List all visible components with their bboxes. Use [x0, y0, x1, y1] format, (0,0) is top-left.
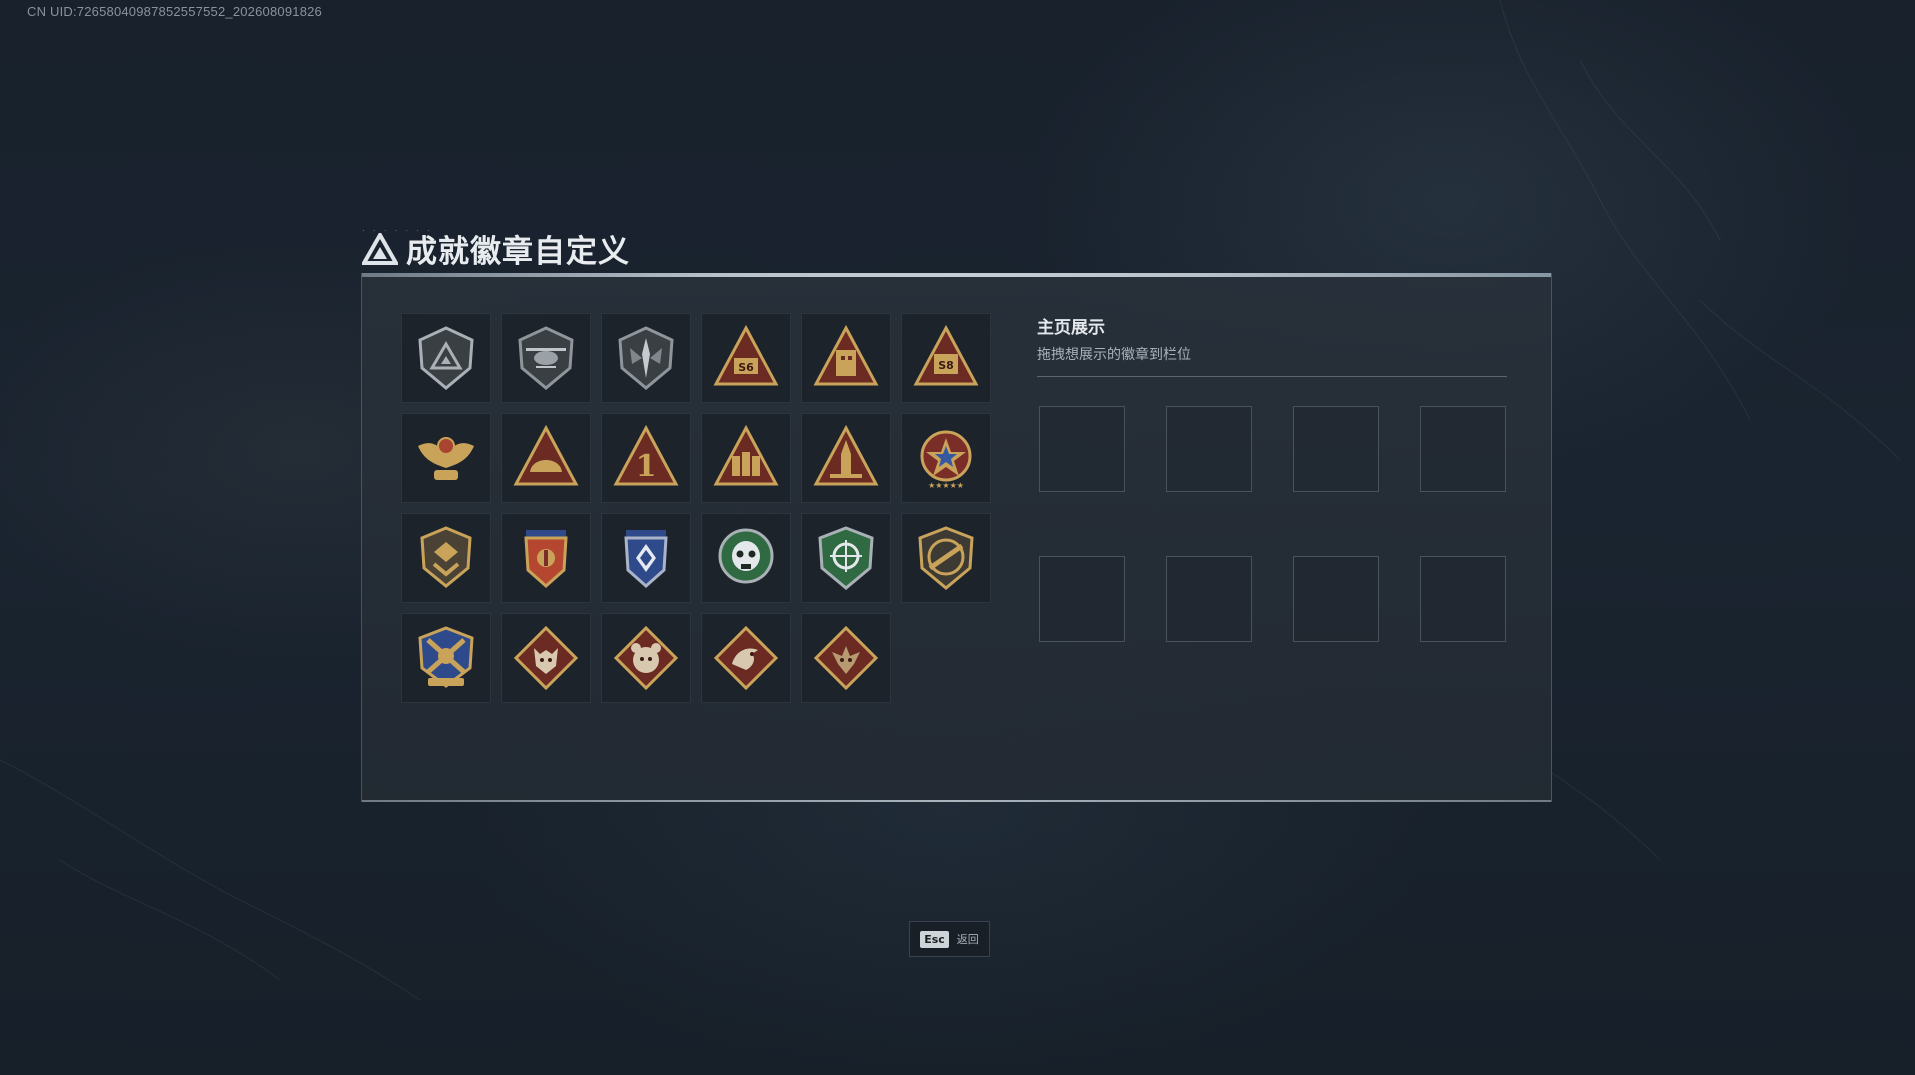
achievement-badge-screen: CN UID:72658040987852557552_202608091826…	[0, 0, 1915, 1075]
triangle-number-one-icon: 1	[613, 424, 679, 486]
badge-slot[interactable]	[401, 313, 491, 403]
page-header: 成就徽章自定义	[362, 226, 630, 271]
triangle-s6-icon: S6	[713, 324, 779, 386]
eagle-crest-icon	[418, 437, 474, 480]
shield-triangle-icon	[418, 326, 474, 390]
svg-text:1: 1	[636, 449, 657, 484]
badge-slot[interactable]: S8	[901, 313, 991, 403]
esc-key-hint: Esc	[920, 930, 949, 948]
badge-slot[interactable]	[401, 413, 491, 503]
badge-slot[interactable]	[501, 613, 591, 703]
showcase-divider	[1037, 376, 1507, 377]
page-title: 成就徽章自定义	[406, 234, 630, 270]
svg-text:★★★★★: ★★★★★	[928, 481, 964, 490]
showcase-slot[interactable]	[1420, 406, 1506, 492]
triangle-helmet-icon	[513, 424, 579, 486]
badge-slot[interactable]	[501, 513, 591, 603]
badge-slot[interactable]	[701, 513, 791, 603]
back-button[interactable]: Esc 返回	[909, 921, 990, 957]
triangle-soldiers-icon	[713, 424, 779, 486]
showcase-slot[interactable]	[1039, 406, 1125, 492]
wolf-diamond-icon	[513, 625, 579, 691]
badge-slot[interactable]	[801, 413, 891, 503]
badge-slot[interactable]	[801, 313, 891, 403]
badge-slot[interactable]	[901, 513, 991, 603]
badge-slot[interactable]: 1	[601, 413, 691, 503]
showcase-slot[interactable]	[1039, 556, 1125, 642]
badge-slot[interactable]	[501, 413, 591, 503]
badge-slot[interactable]	[801, 613, 891, 703]
badge-customization-panel: S6 S8 1 ★★★★★ 主页展示 拖拽想展示的徽章到栏位	[361, 273, 1552, 802]
triangle-s8-icon: S8	[913, 324, 979, 386]
helicopter-shield-icon	[518, 326, 574, 390]
bird-diamond-icon	[713, 625, 779, 691]
showcase-slot[interactable]	[1166, 406, 1252, 492]
badge-slot[interactable]	[601, 313, 691, 403]
badge-slot[interactable]	[501, 313, 591, 403]
shield-blue-star-icon	[624, 530, 668, 589]
panel-top-border	[362, 273, 1551, 277]
badge-slot[interactable]	[801, 513, 891, 603]
svg-text:S6: S6	[738, 361, 754, 374]
green-crosshair-shield-icon	[818, 526, 874, 590]
badge-slot[interactable]	[701, 413, 791, 503]
badge-slot[interactable]	[601, 613, 691, 703]
showcase-slot[interactable]	[1166, 556, 1252, 642]
panel-bottom-border	[362, 800, 1551, 802]
showcase-slot[interactable]	[1420, 556, 1506, 642]
badge-slot[interactable]	[701, 613, 791, 703]
showcase-slot[interactable]	[1293, 406, 1379, 492]
badge-slot[interactable]	[601, 513, 691, 603]
shield-chevron-icon	[420, 526, 472, 588]
showcase-title: 主页展示	[1037, 318, 1105, 338]
showcase-subtitle: 拖拽想展示的徽章到栏位	[1037, 347, 1191, 363]
svg-text:S8: S8	[938, 359, 954, 372]
showcase-slots	[1039, 406, 1506, 642]
homepage-showcase: 主页展示 拖拽想展示的徽章到栏位	[1037, 313, 1507, 642]
badge-slot[interactable]: S6	[701, 313, 791, 403]
dragon-diamond-icon	[813, 625, 879, 691]
bear-diamond-icon	[613, 625, 679, 691]
green-skull-icon	[718, 528, 774, 584]
rifle-crest-icon	[918, 526, 974, 590]
dagger-shield-icon	[618, 326, 674, 390]
showcase-slot[interactable]	[1293, 556, 1379, 642]
badge-slot[interactable]: ★★★★★	[901, 413, 991, 503]
crossed-shield-icon	[418, 626, 474, 688]
back-label: 返回	[956, 933, 979, 946]
shield-flag-icon	[524, 530, 568, 589]
triangle-rocket-icon	[813, 424, 879, 486]
badge-inventory-grid: S6 S8 1 ★★★★★	[401, 313, 991, 703]
star-medal-icon: ★★★★★	[920, 430, 972, 490]
badge-slot[interactable]	[401, 613, 491, 703]
delta-logo-icon	[362, 232, 398, 265]
triangle-building-icon	[813, 324, 879, 386]
player-uid: CN UID:72658040987852557552_202608091826	[27, 4, 322, 19]
badge-slot[interactable]	[401, 513, 491, 603]
